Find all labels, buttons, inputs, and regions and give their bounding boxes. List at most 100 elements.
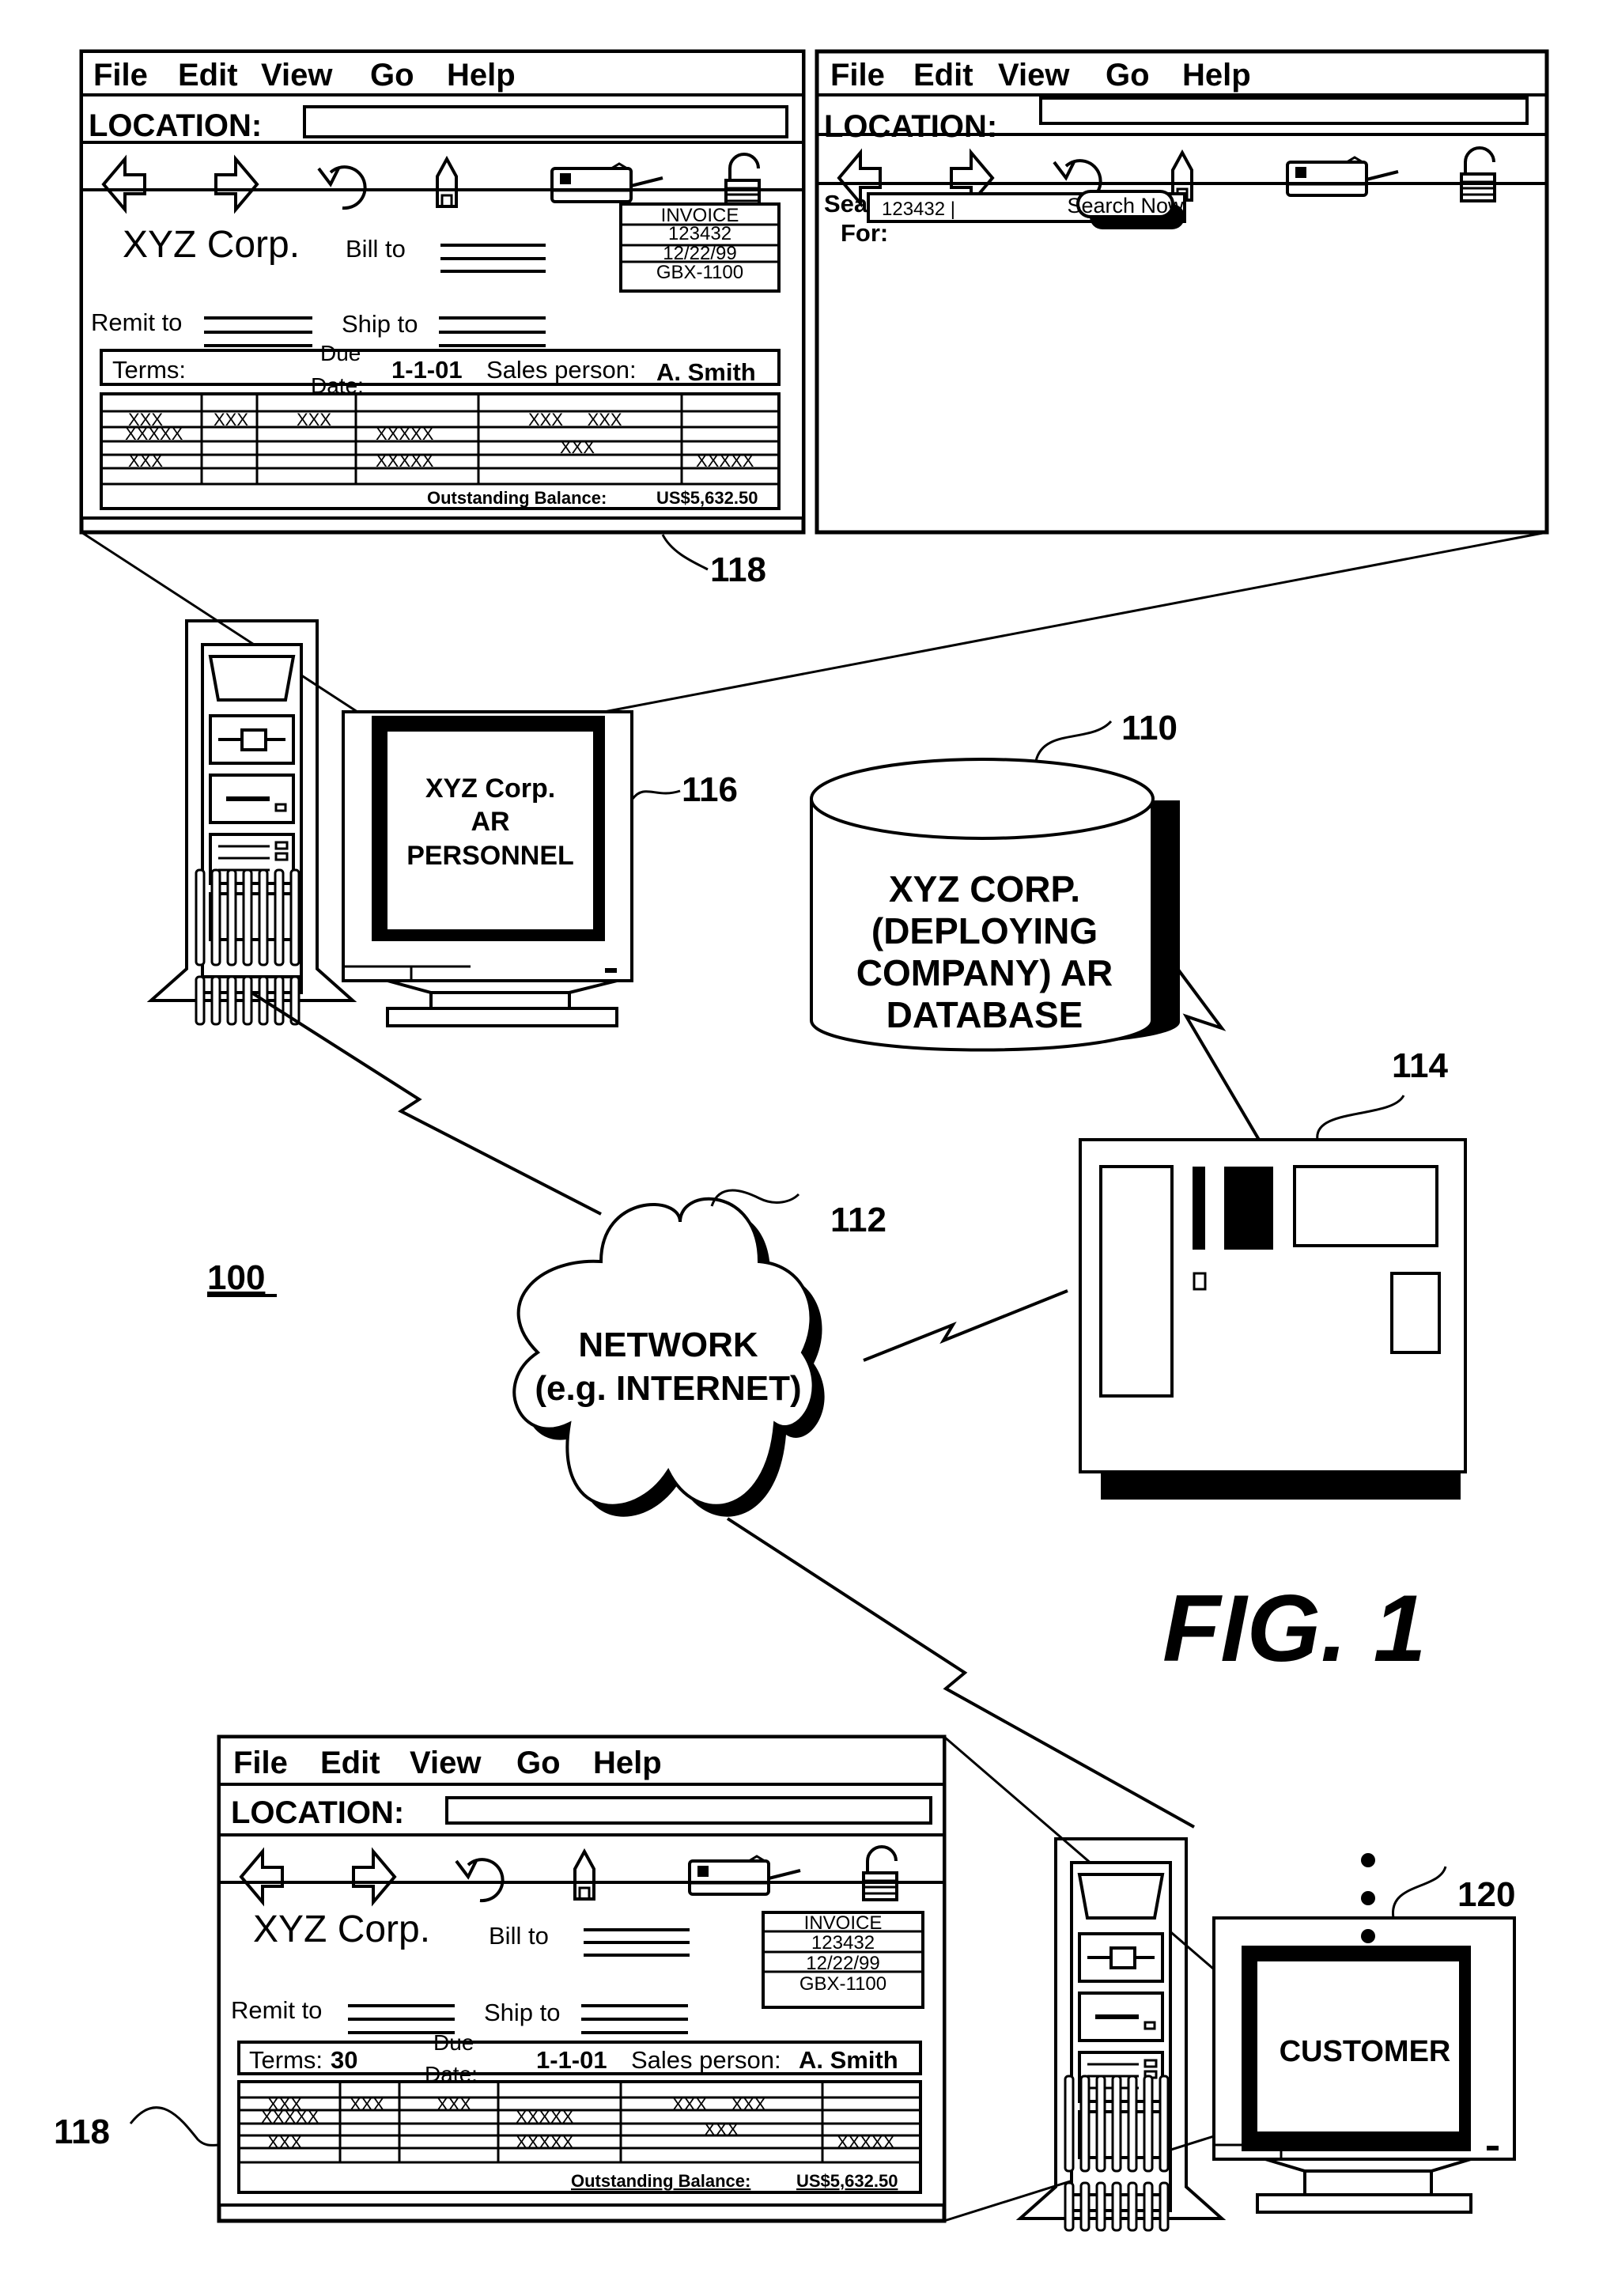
screen-text-line: PERSONNEL [406,841,574,871]
terms-label: Terms: [249,2046,323,2074]
bill-to-label: Bill to [489,1922,549,1950]
invoice-browser-window-bottom: File Edit View Go Help LOCATION: XYZ Cor… [217,1734,947,2223]
ref-116: 116 [682,770,738,809]
salesperson-value: A. Smith [656,358,756,386]
remit-to-label: Remit to [231,1996,322,2024]
table-cell: XXX [214,410,248,429]
table-cell: XXXXX [696,451,754,471]
table-cell: XXX [704,2120,739,2139]
menu-view[interactable]: View [998,58,1070,93]
menu-edit[interactable]: Edit [178,58,238,93]
menu-file[interactable]: File [233,1746,288,1780]
menu-file[interactable]: File [830,58,885,93]
table-cell: XXXXX [376,451,434,471]
salesperson-label: Sales person: [486,356,637,384]
tower-computer [1020,1839,1222,2232]
outstanding-balance-value: US$5,632.50 [656,488,758,508]
screen-text-line: XYZ Corp. [425,774,555,804]
invoice-summary-box: INVOICE 123432 12/22/99 GBX-1100 [762,1911,924,2009]
tower-computer [151,621,353,1026]
network-label-line: (e.g. INTERNET) [535,1369,801,1408]
invoice-number: 123432 [811,1932,875,1954]
search-label-2: For: [841,219,888,247]
invoice-date: 12/22/99 [663,243,736,264]
ref-114: 114 [1392,1046,1449,1085]
network-server-link [863,1289,1068,1362]
database-label-line: COMPANY) AR [856,952,1113,993]
table-cell: XXXXX [261,2107,319,2127]
monitor-120: CUSTOMER [1212,1916,1516,2214]
menu-help[interactable]: Help [1182,58,1251,93]
line-items-table: XXX XXX XXX XXX XXX XXXXX XXXXX XXX XXX … [237,2080,922,2194]
due-date-value: 1-1-01 [391,356,463,384]
menu-go[interactable]: Go [516,1746,561,1780]
menu-help[interactable]: Help [593,1746,662,1780]
server-114: 114 [1079,1046,1467,1500]
ship-to-label: Ship to [484,1999,561,2026]
salesperson-label: Sales person: [631,2046,781,2074]
table-cell: XXXXX [516,2107,574,2127]
company-name: XYZ Corp. [253,1908,430,1950]
location-label: LOCATION: [89,108,262,143]
invoice-summary-box: INVOICE 123432 12/22/99 GBX-1100 [619,202,781,293]
table-cell: XXXXX [516,2132,574,2152]
table-cell: XXXXX [125,424,183,444]
terms-value: 30 [331,2046,357,2074]
ref-110: 110 [1121,709,1178,747]
ar-personnel-workstation: XYZ Corp. AR PERSONNEL 116 [151,621,738,1027]
menu-edit[interactable]: Edit [913,58,973,93]
db-server-link [1167,955,1261,1141]
database-label-line: (DEPLOYING [871,910,1098,951]
customer-screen-text: CUSTOMER [1280,2035,1451,2068]
table-cell: XXX XXX [528,410,622,429]
menu-go[interactable]: Go [1106,58,1150,93]
menu-help[interactable]: Help [447,58,516,93]
database-label-line: XYZ CORP. [889,868,1080,910]
database-label-line: DATABASE [886,994,1083,1035]
ship-to-label: Ship to [342,310,418,338]
ar-database: XYZ CORP. (DEPLOYING COMPANY) AR DATABAS… [810,709,1180,1052]
customer-workstation: CUSTOMER 120 [1020,1839,1516,2232]
outstanding-balance-value: US$5,632.50 [796,2171,898,2191]
menu-view[interactable]: View [410,1746,482,1780]
table-cell: XXX [297,410,331,429]
figure-title: FIG. 1 [1162,1575,1426,1681]
table-cell: XXX [437,2094,471,2114]
menu-file[interactable]: File [93,58,148,93]
outstanding-balance-label: Outstanding Balance: [571,2171,750,2191]
location-label: LOCATION: [824,109,997,144]
salesperson-value: A. Smith [799,2046,898,2074]
remit-to-label: Remit to [91,308,182,336]
search-now-label: Search Now [1067,194,1184,217]
ref-112: 112 [830,1201,886,1239]
location-input[interactable] [303,105,788,138]
invoice-label: INVOICE [804,1912,883,1934]
table-cell: XXX XXX [672,2094,766,2114]
company-name: XYZ Corp. [123,224,300,266]
network-cloud: NETWORK (e.g. INTERNET) 112 [512,1189,886,1517]
table-cell: XXXXX [376,424,434,444]
network-label-line: NETWORK [578,1326,758,1364]
bill-to-label: Bill to [346,235,406,263]
table-cell: XXX [267,2132,302,2152]
invoice-code: GBX-1100 [800,1973,886,1995]
menu-edit[interactable]: Edit [320,1746,380,1780]
location-input[interactable] [1039,96,1529,125]
invoice-code: GBX-1100 [656,262,743,283]
ref-118-bottom: 118 [54,2113,110,2151]
due-date-value: 1-1-01 [536,2046,607,2074]
location-input[interactable] [445,1796,932,1825]
invoice-date: 12/22/99 [806,1953,879,1974]
menu-go[interactable]: Go [370,58,414,93]
ref-100: 100 [207,1258,265,1297]
ref-120: 120 [1457,1875,1515,1914]
ref-118-top: 118 [710,550,766,589]
table-cell: XXX [128,451,163,471]
screen-text-line: AR [471,807,509,837]
outstanding-balance-label: Outstanding Balance: [427,488,607,508]
table-cell: XXX [350,2094,384,2114]
table-cell: XXXXX [837,2132,895,2152]
menu-view[interactable]: View [261,58,333,93]
search-input-value: 123432 | [882,199,955,220]
line-items-table: XXX XXX XXX XXX XXX XXXXX XXXXX XXX XXX … [100,392,781,510]
